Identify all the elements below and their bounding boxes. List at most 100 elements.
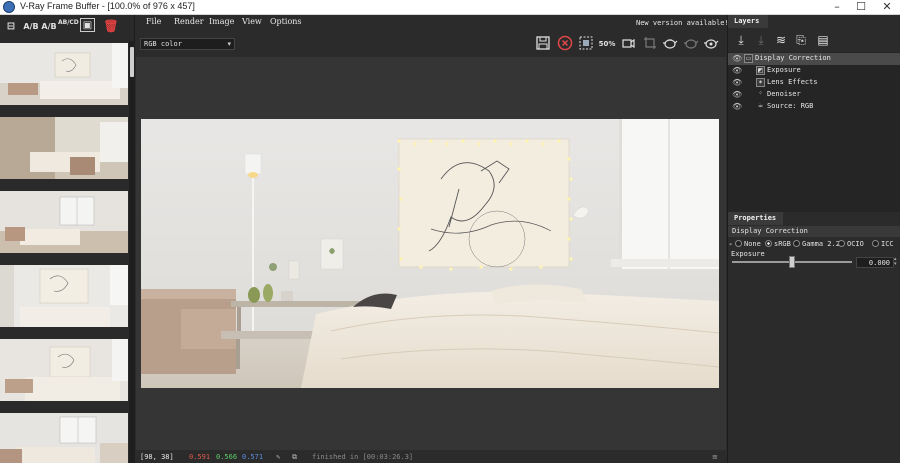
layer-label: Lens Effects [767, 78, 818, 86]
menu-view[interactable]: View [242, 17, 262, 26]
add-layer-icon[interactable]: ⤓ [732, 31, 750, 49]
chevron-left-icon[interactable]: ◂ [728, 240, 732, 248]
lock-icon[interactable]: ⧉ [292, 453, 297, 462]
crop-region-icon[interactable] [641, 35, 659, 53]
layers-tree: 👁 ▭ Display Correction 👁 ◩ Exposure 👁 ✶ … [728, 52, 900, 212]
layer-denoiser[interactable]: 👁 ⁘ Denoiser [728, 89, 900, 101]
save-image-icon[interactable] [534, 35, 552, 53]
compare-abcd-icon[interactable]: AB/CD [58, 18, 79, 35]
radio-dot [872, 240, 879, 247]
zoom-50-icon[interactable]: 50% [598, 35, 616, 53]
eye-icon[interactable]: 👁 [732, 66, 742, 75]
channel-select[interactable]: RGB color ▾ [140, 38, 235, 50]
render-time: finished in [00:03:26.3] [312, 453, 414, 461]
viewer-toolbar: RGB color ▾ 50% [136, 31, 726, 57]
history-toolbar: ⊟ A/B A/B AB/CD ▣ 🗑 [0, 15, 134, 39]
history-item[interactable] [0, 43, 128, 105]
history-item[interactable] [0, 265, 128, 327]
radio-label: None [744, 240, 761, 248]
pixel-coords: [98, 38] [140, 453, 174, 461]
layer-stack-icon[interactable]: ≋ [772, 31, 790, 49]
right-panel: Layers ⤓ ⤓ ≋ ⎘ ▤ 👁 ▭ Display Correction … [727, 15, 900, 463]
radio-dot [735, 240, 742, 247]
render-image[interactable] [141, 119, 719, 388]
window-title: V-Ray Frame Buffer - [100.0% of 976 x 45… [20, 1, 195, 11]
close-window-button[interactable]: ✕ [872, 0, 900, 14]
teapot-icon: ☕ [757, 102, 764, 109]
layer-source-rgb[interactable]: 👁 ☕ Source: RGB [728, 101, 900, 113]
teapot-settings-icon[interactable] [702, 35, 720, 53]
history-item[interactable] [0, 413, 128, 463]
eye-icon[interactable]: 👁 [732, 78, 742, 87]
layer-lens-effects[interactable]: 👁 ✶ Lens Effects [728, 77, 900, 89]
menu-image[interactable]: Image [209, 17, 234, 26]
properties-title: Properties [728, 212, 783, 225]
compare-a-b-icon[interactable]: A/B [22, 18, 40, 35]
exposure-label: Exposure [731, 250, 765, 258]
title-bar: V-Ray Frame Buffer - [100.0% of 976 x 45… [0, 0, 900, 15]
history-thumbnail [0, 265, 128, 327]
denoiser-icon: ⁘ [757, 90, 764, 97]
exposure-slider-handle[interactable] [789, 256, 795, 268]
lens-effects-icon: ✶ [756, 78, 765, 87]
eye-icon[interactable]: 👁 [732, 90, 742, 99]
layers-toolbar: ⤓ ⤓ ≋ ⎘ ▤ [728, 29, 900, 51]
layer-label: Exposure [767, 66, 801, 74]
save-history-icon[interactable]: ⊟ [2, 18, 20, 35]
history-item[interactable] [0, 339, 128, 401]
load-layers-icon[interactable]: ⎘ [792, 31, 810, 49]
color-picker-icon[interactable]: ✎ [276, 453, 280, 461]
radio-ocio[interactable]: OCIO [838, 240, 864, 248]
radio-icc[interactable]: ICC [872, 240, 894, 248]
history-item[interactable] [0, 191, 128, 253]
teapot-interactive-icon[interactable] [682, 35, 700, 53]
exposure-value: 0.000 [868, 259, 890, 267]
vray-app-icon [3, 1, 15, 13]
layer-label: Source: RGB [767, 102, 814, 110]
history-thumbnail [0, 413, 128, 463]
history-list [0, 41, 129, 463]
history-scrollbar[interactable] [129, 41, 135, 463]
delete-history-icon[interactable]: 🗑 [102, 18, 120, 35]
exposure-input[interactable]: 0.000 [856, 257, 894, 268]
save-layers-icon[interactable]: ▤ [814, 31, 832, 49]
menu-bar: File Render Image View Options New versi… [136, 15, 729, 31]
layer-label: Denoiser [767, 90, 801, 98]
channel-select-value: RGB color [144, 40, 182, 48]
compare-a-b-vertical-icon[interactable]: A/B [40, 18, 58, 35]
radio-gamma[interactable]: Gamma 2.2 [793, 240, 840, 248]
render-viewport[interactable] [136, 57, 726, 450]
history-thumbnail [0, 191, 128, 253]
history-panel: ⊟ A/B A/B AB/CD ▣ 🗑 [0, 15, 135, 463]
layers-title: Layers [728, 15, 768, 28]
radio-dot-selected [765, 240, 772, 247]
pixel-green-value: 0.566 [216, 453, 238, 461]
menu-file[interactable]: File [146, 17, 161, 26]
new-version-link[interactable]: New version available! [636, 19, 729, 27]
resize-grip-icon[interactable]: ≡ [712, 453, 718, 461]
camera-track-icon[interactable] [619, 35, 637, 53]
remove-layer-icon[interactable]: ⤓ [752, 31, 770, 49]
radio-label: Gamma 2.2 [802, 240, 840, 248]
eye-icon[interactable]: 👁 [732, 102, 742, 111]
layer-display-correction[interactable]: 👁 ▭ Display Correction [728, 53, 900, 65]
history-thumbnail [0, 117, 128, 179]
region-render-icon[interactable] [577, 35, 595, 53]
history-scrollbar-thumb[interactable] [130, 47, 134, 77]
exposure-spinner[interactable]: ▴ ▾ [894, 257, 899, 268]
radio-none[interactable]: None [735, 240, 761, 248]
vfb-window: V-Ray Frame Buffer - [100.0% of 976 x 45… [0, 0, 900, 463]
properties-header-label: Display Correction [732, 227, 808, 235]
menu-render[interactable]: Render [174, 17, 204, 26]
stop-render-icon[interactable] [556, 35, 574, 53]
pixel-red-value: 0.591 [189, 453, 211, 461]
load-history-icon[interactable]: ▣ [80, 18, 95, 32]
menu-options[interactable]: Options [270, 17, 302, 26]
display-correction-icon: ▭ [744, 54, 753, 63]
eye-icon[interactable]: 👁 [732, 54, 742, 63]
radio-srgb[interactable]: sRGB [765, 240, 791, 248]
layer-exposure[interactable]: 👁 ◩ Exposure [728, 65, 900, 77]
history-item[interactable] [0, 117, 128, 179]
properties-body: ◂ None sRGB Gamma 2.2 OCIO ICC Exposure … [728, 237, 900, 463]
teapot-render-icon[interactable] [661, 35, 679, 53]
